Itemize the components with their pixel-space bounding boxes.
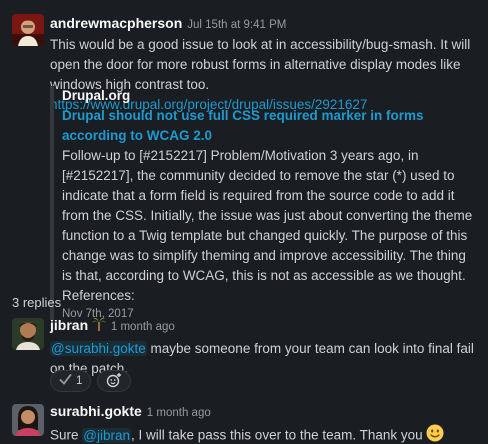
unfurl-site: Drupal.org xyxy=(62,88,131,103)
message-body: This would be a good issue to look at in… xyxy=(50,37,471,92)
message-body: Sure xyxy=(50,427,83,443)
check-mark-icon xyxy=(59,373,72,389)
add-emoji-icon xyxy=(106,372,122,391)
message-text: Sure @jibran, I will take pass this over… xyxy=(50,424,482,444)
timestamp[interactable]: 1 month ago xyxy=(111,321,175,333)
author-name[interactable]: andrewmacpherson xyxy=(50,15,182,31)
slightly-smiling-face-icon xyxy=(426,424,444,444)
user-mention[interactable]: @surabhi.gokte xyxy=(50,341,147,356)
add-reaction-button[interactable] xyxy=(97,370,132,392)
avatar[interactable] xyxy=(12,318,44,350)
user-mention[interactable]: @jibran xyxy=(82,427,132,443)
link-unfurl: Drupal.org Drupal should not use full CS… xyxy=(50,86,478,320)
unfurl-description: Follow-up to [#2152217] Problem/Motivati… xyxy=(62,148,473,303)
reactions-bar: 1 xyxy=(50,370,132,392)
author-name[interactable]: jibran xyxy=(50,317,88,333)
author-name[interactable]: surabhi.gokte xyxy=(50,403,142,419)
reaction-pill[interactable]: 1 xyxy=(50,370,92,392)
reaction-count: 1 xyxy=(76,375,83,387)
avatar[interactable] xyxy=(12,404,44,436)
replies-count: 3 replies xyxy=(12,295,62,310)
message-body-continued: , I will take pass this over to the team… xyxy=(131,427,427,443)
palm-tree-icon xyxy=(91,317,106,336)
avatar[interactable] xyxy=(12,14,44,46)
timestamp[interactable]: Jul 15th at 9:41 PM xyxy=(187,19,286,31)
timestamp[interactable]: 1 month ago xyxy=(147,407,211,419)
unfurl-title[interactable]: Drupal should not use full CSS required … xyxy=(62,106,478,146)
